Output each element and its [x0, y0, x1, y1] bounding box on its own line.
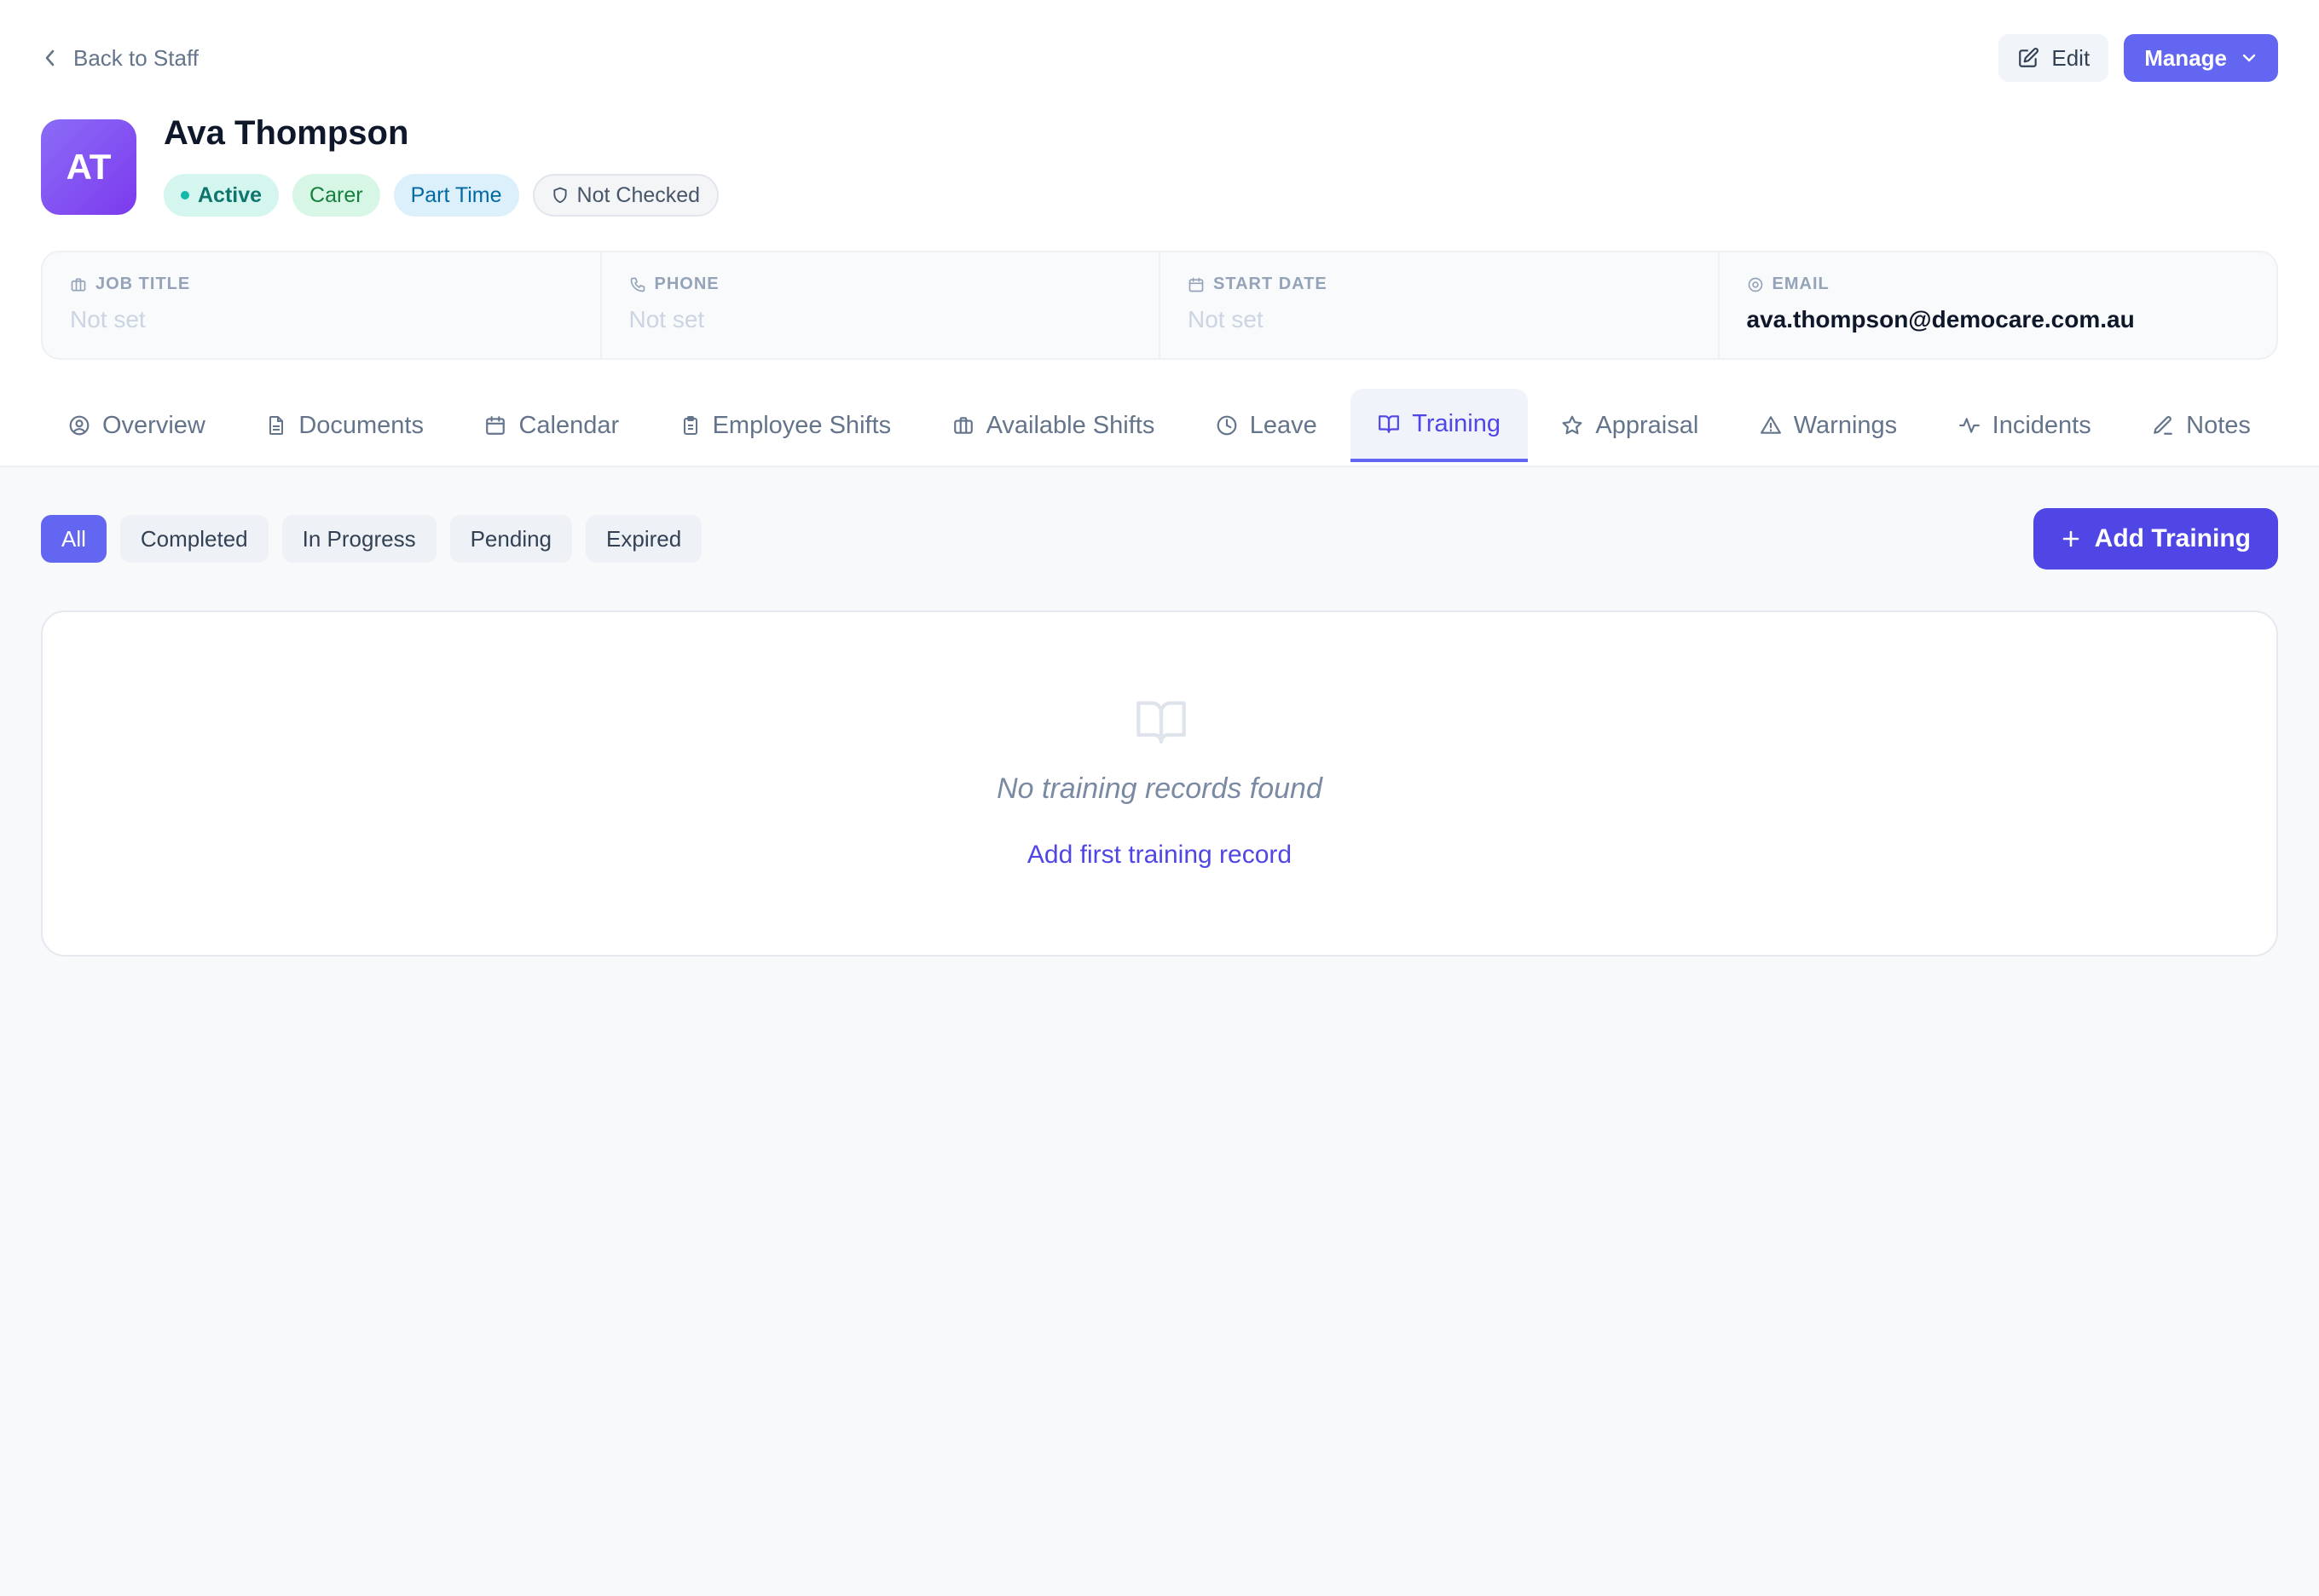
tab-label: Documents: [298, 411, 424, 439]
info-phone: PHONE Not set: [602, 252, 1160, 358]
tab-label: Notes: [2186, 411, 2251, 439]
info-value: Not set: [70, 306, 146, 332]
book-open-icon: [1379, 415, 1400, 433]
manage-label: Manage: [2144, 44, 2227, 71]
at-sign-icon: [1748, 277, 1762, 292]
tab-notes[interactable]: Notes: [2125, 389, 2278, 462]
empty-state-message: No training records found: [997, 772, 1322, 805]
training-filters: All Completed In Progress Pending Expire…: [41, 515, 703, 563]
info-value: Not set: [1188, 306, 1264, 332]
star-icon: [1563, 415, 1582, 435]
tab-employee-shifts[interactable]: Employee Shifts: [653, 389, 919, 462]
filter-all[interactable]: All: [41, 515, 107, 563]
employment-type-badge: Part Time: [393, 174, 519, 217]
add-training-button[interactable]: Add Training: [2033, 508, 2278, 570]
info-email: EMAIL ava.thompson@democare.com.au: [1720, 252, 2277, 358]
chevron-down-icon: [2242, 54, 2256, 62]
manage-dropdown-button[interactable]: Manage: [2124, 34, 2278, 82]
phone-icon: [630, 277, 645, 292]
status-badges: Active Carer Part Time Not Checked: [164, 174, 720, 217]
briefcase-icon: [953, 417, 973, 434]
staff-name: Ava Thompson: [164, 114, 409, 152]
info-label: JOB TITLE: [95, 275, 191, 293]
tab-label: Calendar: [518, 411, 620, 439]
check-status-label: Not Checked: [576, 182, 701, 207]
back-label: Back to Staff: [73, 44, 199, 71]
info-label: EMAIL: [1772, 275, 1830, 293]
tab-documents[interactable]: Documents: [239, 389, 451, 462]
tab-leave[interactable]: Leave: [1188, 389, 1345, 462]
info-strip: JOB TITLE Not set PHONE Not set START DA…: [41, 251, 2278, 360]
back-to-staff-link[interactable]: Back to Staff: [43, 43, 199, 73]
info-value: Not set: [628, 306, 705, 332]
calendar-icon: [1188, 277, 1204, 292]
check-status-badge: Not Checked: [532, 174, 720, 217]
tab-warnings[interactable]: Warnings: [1732, 389, 1924, 462]
tab-incidents[interactable]: Incidents: [1931, 389, 2119, 462]
filter-completed[interactable]: Completed: [119, 515, 269, 563]
tab-appraisal[interactable]: Appraisal: [1534, 389, 1726, 462]
chevron-left-icon: [45, 49, 55, 66]
status-badge-label: Active: [198, 182, 263, 207]
file-icon: [269, 416, 284, 435]
status-dot: [181, 191, 189, 200]
profile-tabs: Overview Documents Calendar Employee Shi…: [41, 389, 2278, 462]
filter-in-progress[interactable]: In Progress: [281, 515, 437, 563]
info-label: START DATE: [1213, 275, 1327, 293]
tab-label: Available Shifts: [986, 411, 1155, 439]
clipboard-icon: [683, 416, 697, 435]
tab-label: Overview: [102, 411, 205, 439]
tab-label: Leave: [1249, 411, 1317, 439]
calendar-icon: [486, 416, 506, 435]
edit-button[interactable]: Edit: [1998, 34, 2109, 82]
add-first-training-link[interactable]: Add first training record: [43, 841, 2276, 870]
warning-triangle-icon: [1760, 416, 1781, 434]
shield-icon: [552, 187, 567, 204]
book-open-icon: [1136, 701, 1186, 744]
info-value: ava.thompson@democare.com.au: [1746, 306, 2135, 332]
tab-available-shifts[interactable]: Available Shifts: [925, 389, 1183, 462]
role-badge: Carer: [292, 174, 380, 217]
filter-expired[interactable]: Expired: [586, 515, 703, 563]
tab-training[interactable]: Training: [1350, 389, 1528, 462]
edit-icon: [2019, 48, 2039, 67]
pencil-icon: [2154, 416, 2173, 435]
tab-label: Warnings: [1793, 411, 1898, 439]
edit-label: Edit: [2051, 44, 2091, 71]
briefcase-icon: [71, 278, 86, 291]
filter-pending[interactable]: Pending: [449, 515, 573, 563]
info-label: PHONE: [654, 275, 720, 293]
staff-header-panel: Back to Staff Edit Manage AT Ava Thompso…: [0, 0, 2319, 467]
status-badge-active: Active: [164, 174, 280, 217]
tab-label: Training: [1412, 409, 1501, 437]
tab-overview[interactable]: Overview: [41, 389, 233, 462]
avatar: AT: [41, 119, 136, 215]
activity-icon: [1958, 418, 1980, 433]
tab-calendar[interactable]: Calendar: [457, 389, 646, 462]
header-actions: Edit Manage: [1998, 34, 2278, 82]
info-job-title: JOB TITLE Not set: [43, 252, 602, 358]
info-start-date: START DATE Not set: [1160, 252, 1720, 358]
tab-label: Employee Shifts: [712, 411, 892, 439]
user-circle-icon: [69, 415, 90, 436]
training-empty-state: No training records found Add first trai…: [41, 610, 2278, 957]
tab-label: Appraisal: [1595, 411, 1699, 439]
add-training-label: Add Training: [2094, 524, 2251, 552]
plus-icon: [2062, 530, 2079, 547]
clock-icon: [1217, 415, 1237, 436]
tab-label: Incidents: [1992, 411, 2091, 439]
